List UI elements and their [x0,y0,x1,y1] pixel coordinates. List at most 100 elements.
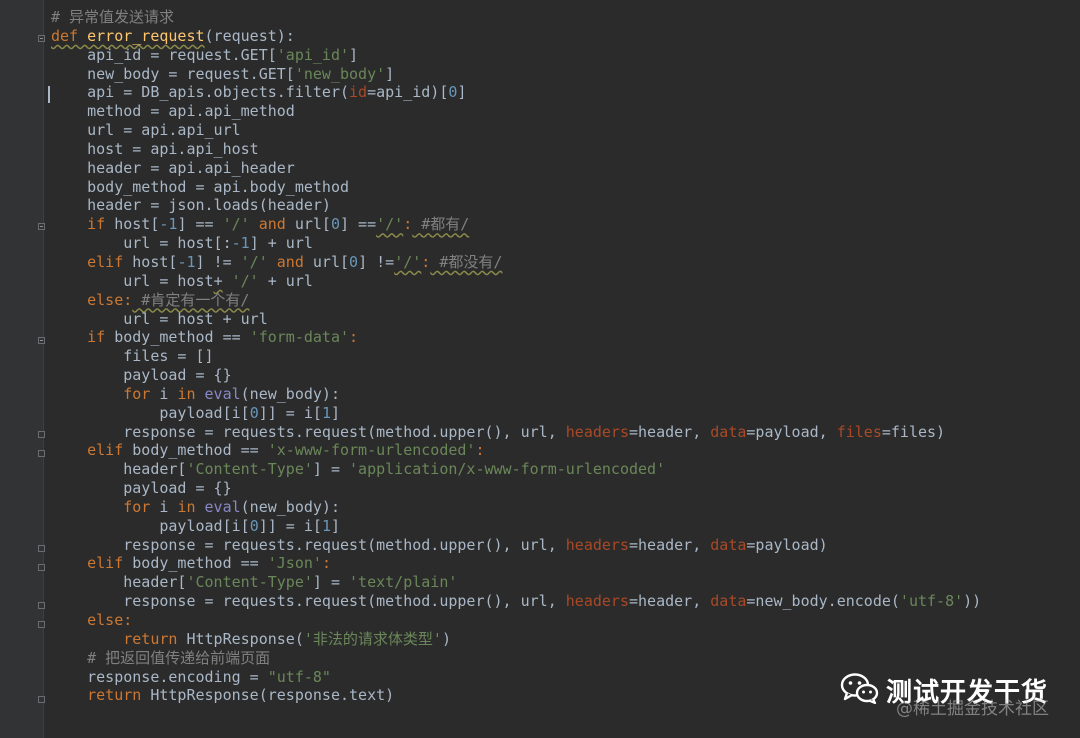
code-line[interactable]: body_method = api.body_method [51,178,981,197]
code-token: elif [87,554,124,573]
code-token: payload = {} [51,366,232,385]
fold-marker[interactable] [38,431,45,438]
code-line[interactable]: header = json.loads(header) [51,196,981,215]
code-line[interactable]: url = api.api_url [51,121,981,140]
code-token: payload[i[ [51,516,250,535]
code-token: # 把返回值传递给前端页面 [51,648,271,667]
code-token: data [710,592,747,611]
fold-marker[interactable] [38,223,45,230]
code-token: ] = [312,573,350,592]
code-token: : [123,611,133,629]
code-line[interactable]: if host[-1] == '/' and url[0] =='/': #都有… [51,215,981,234]
code-token: (new_body): [240,384,340,403]
code-token: eval [204,497,241,516]
code-line[interactable]: response = requests.request(method.upper… [51,592,981,611]
code-line[interactable]: payload = {} [51,479,981,498]
code-token: body_method == [105,328,250,347]
code-token: elif [87,441,124,460]
code-line[interactable]: payload[i[0]] = i[1] [51,517,981,536]
code-token: and [276,252,304,271]
code-line[interactable]: url = host[:-1] + url [51,234,981,253]
fold-marker[interactable] [38,337,45,344]
code-line[interactable]: method = api.api_method [51,102,981,121]
code-token: : [403,215,413,234]
code-token: =header, [628,422,711,441]
code-token: 'form-data' [249,328,350,347]
code-token: and [258,215,286,234]
code-token: 0 [249,516,259,535]
code-token: def [51,26,79,45]
code-token: ] [457,83,467,102]
code-token: =payload) [746,535,828,554]
code-token: headers [565,592,629,611]
code-line[interactable]: host = api.api_host [51,140,981,159]
code-line[interactable]: files = [] [51,347,981,366]
code-line[interactable]: api_id = request.GET['api_id'] [51,46,981,65]
code-line[interactable]: # 把返回值传递给前端页面 [51,649,981,668]
code-line[interactable]: response = requests.request(method.upper… [51,536,981,555]
code-token: : [475,441,485,460]
code-token: =header, [628,535,711,554]
code-line[interactable]: response = requests.request(method.upper… [51,423,981,442]
code-line[interactable]: url = host + url [51,310,981,329]
code-line[interactable]: # 异常值发送请求 [51,8,981,27]
fold-marker[interactable] [38,602,45,609]
editor-gutter [0,0,45,738]
code-line[interactable]: url = host+ '/' + url [51,272,981,291]
fold-marker[interactable] [38,621,45,628]
code-token: : [349,328,359,347]
fold-marker[interactable] [38,450,45,457]
code-line[interactable]: payload = {} [51,366,981,385]
code-line[interactable]: if body_method == 'form-data': [51,328,981,347]
code-token: response = requests.request(method.upper… [51,422,566,441]
code-token: api_id = request.GET[ [51,45,277,64]
code-token: 'new_body' [294,64,386,83]
fold-marker[interactable] [38,564,45,571]
code-token: 'Json' [267,554,322,573]
code-editor[interactable]: # 异常值发送请求 def error_request(request): api… [0,0,1080,738]
code-token: 'Content-Type' [186,460,313,479]
code-token: url = host[: [51,234,232,253]
code-token: 0 [330,215,340,234]
code-token: id [349,83,368,102]
code-token: =files) [881,422,946,441]
code-line[interactable]: for i in eval(new_body): [51,385,981,404]
code-line[interactable]: for i in eval(new_body): [51,498,981,517]
code-token: host[ [123,252,178,271]
fold-marker[interactable] [38,35,45,42]
code-token: for [123,497,151,516]
code-token: =header, [628,592,711,611]
code-token: ] [330,516,340,535]
code-area[interactable]: # 异常值发送请求 def error_request(request): api… [51,8,981,705]
code-token: url = api.api_url [51,121,241,140]
code-line[interactable]: header['Content-Type'] = 'text/plain' [51,573,981,592]
code-token: error_request [87,26,205,45]
code-token: 'application/x-www-form-urlencoded' [349,460,666,479]
code-line[interactable]: elif body_method == 'x-www-form-urlencod… [51,441,981,460]
code-line[interactable]: new_body = request.GET['new_body'] [51,65,981,84]
code-line[interactable]: header['Content-Type'] = 'application/x-… [51,460,981,479]
code-token: response = requests.request(method.upper… [51,535,566,554]
code-line[interactable]: else: #肯定有一个有/ [51,291,981,310]
code-token: for [123,384,151,403]
code-line[interactable]: elif host[-1] != '/' and url[0] !='/': #… [51,253,981,272]
code-token: files = [] [51,347,214,366]
fold-marker[interactable] [38,545,45,552]
code-token: ] != [358,252,395,271]
code-token: #肯定有一个有/ [132,290,250,309]
code-token: 'api_id' [276,45,350,64]
code-token: else [87,611,124,629]
code-line[interactable]: header = api.api_header [51,159,981,178]
fold-marker[interactable] [38,696,45,703]
code-line[interactable]: api = DB_apis.objects.filter(id=api_id)[… [51,83,981,102]
code-line[interactable]: elif body_method == 'Json': [51,554,981,573]
code-line[interactable]: else: [51,611,981,630]
code-line[interactable]: return HttpResponse('非法的请求体类型') [51,630,981,649]
code-line[interactable]: payload[i[0]] = i[1] [51,404,981,423]
code-line[interactable]: def error_request(request): [51,27,981,46]
